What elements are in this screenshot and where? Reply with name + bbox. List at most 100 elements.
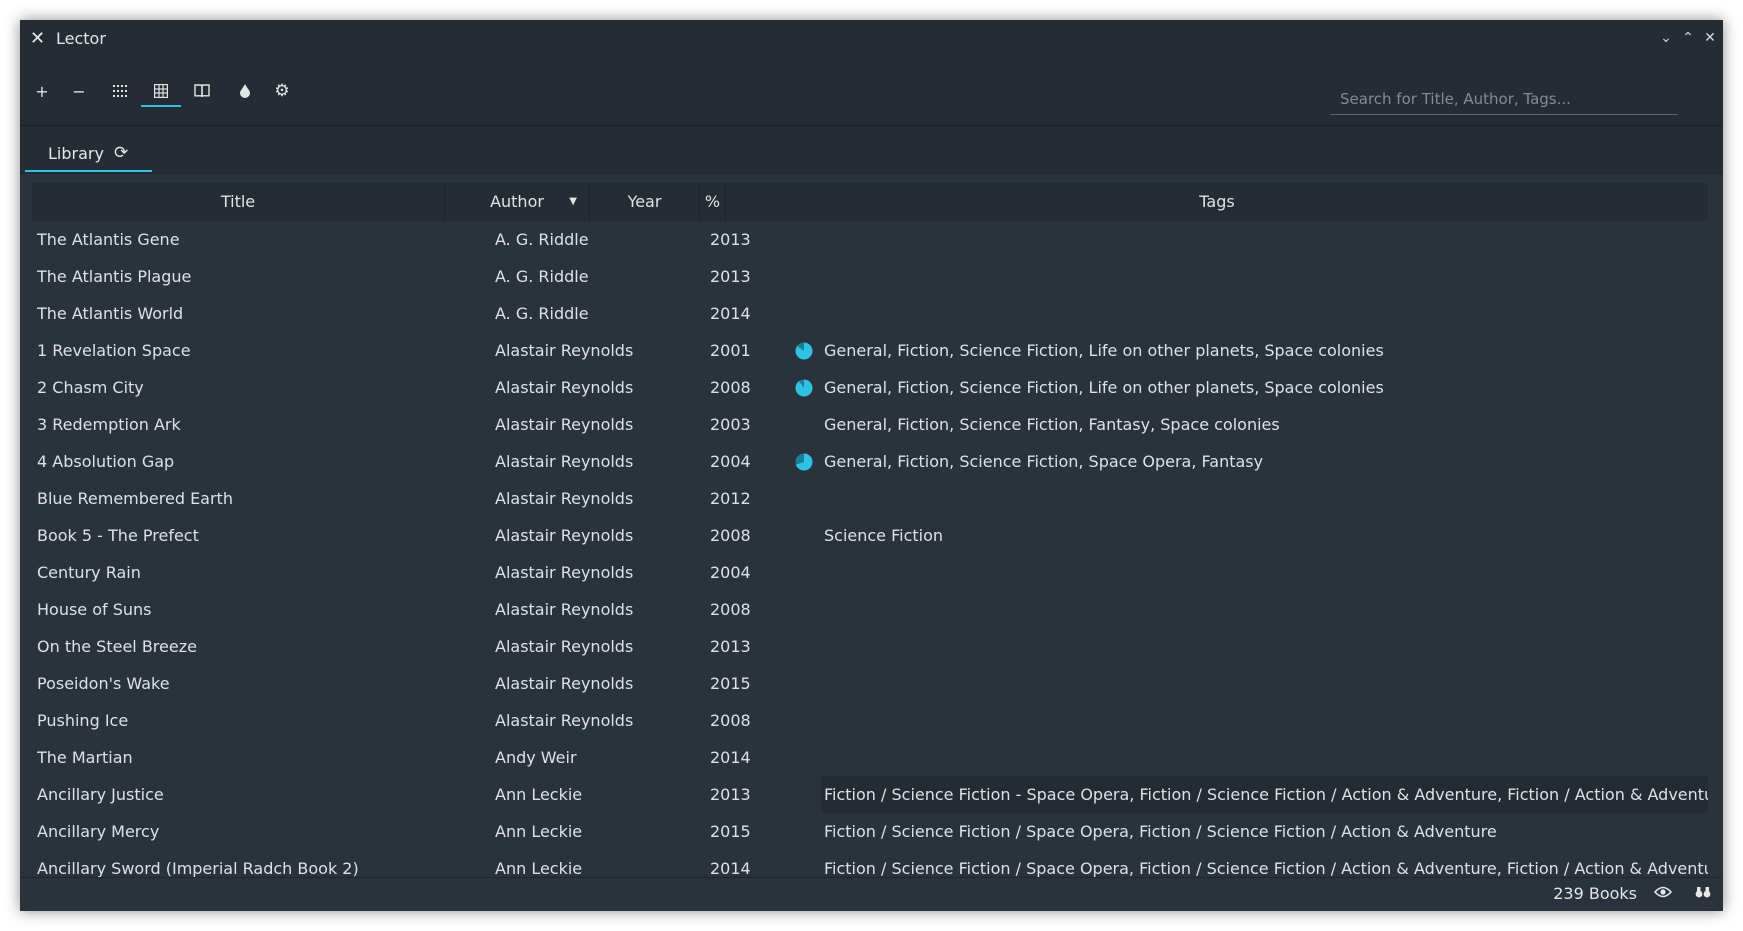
column-header-progress[interactable]: %: [700, 183, 726, 221]
cell-year: 2013: [710, 785, 751, 804]
cell-title: The Atlantis Plague: [37, 267, 192, 286]
table-row[interactable]: Pushing Ice Alastair Reynolds 2008: [32, 702, 1708, 739]
cell-title: Poseidon's Wake: [37, 674, 170, 693]
table-row[interactable]: The Atlantis Plague A. G. Riddle 2013: [32, 258, 1708, 295]
column-header-tags[interactable]: Tags: [726, 183, 1708, 221]
cell-progress: [794, 702, 818, 739]
cell-title: Century Rain: [37, 563, 141, 582]
cell-year: 2004: [710, 452, 751, 471]
toolbar: + − ⚙ Search for Title, Author, Tags...: [20, 58, 1723, 126]
cell-title: House of Suns: [37, 600, 152, 619]
table-row[interactable]: 3 Redemption Ark Alastair Reynolds 2003 Gen…: [32, 406, 1708, 443]
table-row[interactable]: Blue Remembered Earth Alastair Reynolds 20…: [32, 480, 1708, 517]
table-header: Title Author ▼ Year % Tags: [32, 183, 1708, 221]
eye-icon[interactable]: [1651, 884, 1675, 904]
cell-tags: Fiction / Science Fiction / Space Opera,…: [824, 859, 1708, 878]
droplet-icon: [240, 84, 250, 98]
gear-icon: ⚙: [274, 81, 290, 101]
cell-year: 2014: [710, 748, 751, 767]
cell-progress: [794, 332, 818, 369]
cell-author: Alastair Reynolds: [495, 674, 634, 693]
table-row[interactable]: Ancillary Mercy Ann Leckie 2015 Fiction / S…: [32, 813, 1708, 850]
cell-progress: [794, 369, 818, 406]
cell-author: Alastair Reynolds: [495, 452, 634, 471]
app-close-icon[interactable]: ✕: [30, 28, 45, 49]
column-header-title[interactable]: Title: [32, 183, 445, 221]
cell-author: Alastair Reynolds: [495, 600, 634, 619]
table-icon: [154, 84, 168, 98]
cell-title: 3 Redemption Ark: [37, 415, 181, 434]
cell-progress: [794, 850, 818, 878]
cell-tags: [821, 665, 1708, 702]
table-row[interactable]: Ancillary Justice Ann Leckie 2013 Fiction /…: [32, 776, 1708, 813]
cell-author: Alastair Reynolds: [495, 563, 634, 582]
table-row[interactable]: 2 Chasm City Alastair Reynolds 2008 General…: [32, 369, 1708, 406]
column-header-year[interactable]: Year: [590, 183, 700, 221]
cell-author: A. G. Riddle: [495, 230, 589, 249]
remove-book-button[interactable]: −: [59, 77, 99, 105]
cell-progress: [794, 406, 818, 443]
cell-year: 2014: [710, 304, 751, 323]
cell-progress: [794, 295, 818, 332]
cell-author: Alastair Reynolds: [495, 489, 634, 508]
book-count: 239 Books: [1553, 884, 1637, 903]
sort-arrow-icon: ▼: [569, 196, 577, 207]
table-view-button[interactable]: [141, 77, 181, 107]
grid-view-button[interactable]: [100, 77, 140, 105]
cell-year: 2015: [710, 674, 751, 693]
theme-button[interactable]: [225, 77, 265, 105]
cell-progress: [794, 776, 818, 813]
cell-title: 4 Absolution Gap: [37, 452, 175, 471]
refresh-icon[interactable]: ⟳: [114, 143, 128, 163]
close-icon[interactable]: ✕: [1701, 29, 1719, 47]
window-title: Lector: [56, 29, 106, 48]
column-header-author[interactable]: Author ▼: [445, 183, 590, 221]
table-row[interactable]: Book 5 - The Prefect Alastair Reynolds 200…: [32, 517, 1708, 554]
divider: [20, 173, 1723, 174]
table-row[interactable]: The Atlantis World A. G. Riddle 2014: [32, 295, 1708, 332]
cell-author: Alastair Reynolds: [495, 526, 634, 545]
settings-button[interactable]: ⚙: [262, 77, 302, 105]
cell-year: 2012: [710, 489, 751, 508]
table-row[interactable]: Ancillary Sword (Imperial Radch Book 2) A…: [32, 850, 1708, 878]
cell-year: 2013: [710, 637, 751, 656]
cell-tags: General, Fiction, Science Fiction, Space…: [824, 452, 1264, 471]
cell-progress: [794, 258, 818, 295]
progress-pie-icon: [795, 342, 813, 360]
cell-year: 2008: [710, 526, 751, 545]
table-row[interactable]: House of Suns Alastair Reynolds 2008: [32, 591, 1708, 628]
binoculars-icon[interactable]: [1691, 884, 1715, 904]
cell-progress: [794, 221, 818, 258]
cell-title: 1 Revelation Space: [37, 341, 191, 360]
cell-tags: [821, 295, 1708, 332]
add-book-button[interactable]: +: [22, 77, 62, 105]
cell-author: Andy Weir: [495, 748, 577, 767]
search-input[interactable]: [1330, 83, 1678, 115]
cell-tags: General, Fiction, Science Fiction, Fanta…: [824, 415, 1280, 434]
table-row[interactable]: On the Steel Breeze Alastair Reynolds 2013: [32, 628, 1708, 665]
cell-author: Ann Leckie: [495, 785, 583, 804]
app-window: ✕ Lector ⌄ ⌃ ✕ + − ⚙ Search for Title, A…: [20, 20, 1723, 911]
cell-author: Alastair Reynolds: [495, 637, 634, 656]
minimize-icon[interactable]: ⌄: [1657, 29, 1675, 47]
cell-tags: [821, 702, 1708, 739]
table-row[interactable]: Century Rain Alastair Reynolds 2004: [32, 554, 1708, 591]
cell-author: A. G. Riddle: [495, 267, 589, 286]
maximize-icon[interactable]: ⌃: [1679, 29, 1697, 47]
cell-title: The Martian: [37, 748, 133, 767]
book-icon: [194, 84, 210, 98]
cell-tags: General, Fiction, Science Fiction, Life …: [824, 378, 1384, 397]
table-row[interactable]: 4 Absolution Gap Alastair Reynolds 2004 Gen…: [32, 443, 1708, 480]
cell-progress: [794, 480, 818, 517]
tab-library[interactable]: Library ⟳: [25, 136, 152, 172]
table-row[interactable]: Poseidon's Wake Alastair Reynolds 2015: [32, 665, 1708, 702]
cell-year: 2008: [710, 378, 751, 397]
table-row[interactable]: The Martian Andy Weir 2014: [32, 739, 1708, 776]
cell-tags: [821, 221, 1708, 258]
cell-tags: Science Fiction: [824, 526, 944, 545]
table-row[interactable]: 1 Revelation Space Alastair Reynolds 2001 G…: [32, 332, 1708, 369]
table-row[interactable]: The Atlantis Gene A. G. Riddle 2013: [32, 221, 1708, 258]
table-body: The Atlantis Gene A. G. Riddle 2013 The Atl…: [32, 221, 1708, 878]
reading-button[interactable]: [182, 77, 222, 105]
cell-title: Book 5 - The Prefect: [37, 526, 199, 545]
